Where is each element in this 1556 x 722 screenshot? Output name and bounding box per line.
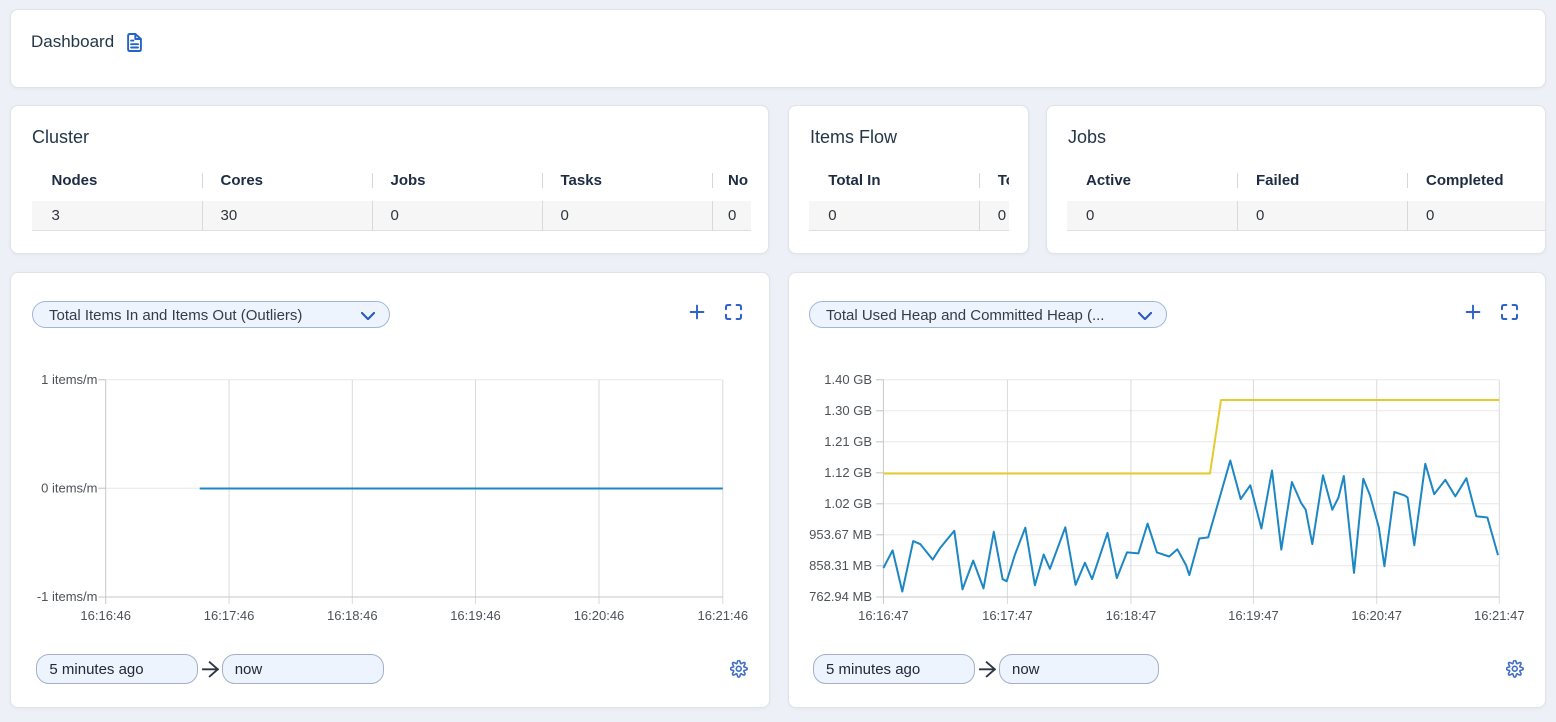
- svg-text:16:18:46: 16:18:46: [327, 608, 378, 623]
- svg-text:16:17:47: 16:17:47: [982, 608, 1033, 623]
- svg-text:16:20:46: 16:20:46: [574, 608, 625, 623]
- svg-text:1.12 GB: 1.12 GB: [824, 465, 872, 480]
- svg-text:16:16:46: 16:16:46: [80, 608, 131, 623]
- svg-text:1.02 GB: 1.02 GB: [824, 496, 872, 511]
- svg-text:1.21 GB: 1.21 GB: [824, 434, 872, 449]
- svg-text:-1 items/m: -1 items/m: [37, 589, 98, 604]
- svg-text:16:21:46: 16:21:46: [697, 608, 748, 623]
- svg-text:858.31 MB: 858.31 MB: [809, 558, 872, 573]
- svg-text:16:19:47: 16:19:47: [1228, 608, 1279, 623]
- svg-text:953.67 MB: 953.67 MB: [809, 527, 872, 542]
- svg-text:1 items/m: 1 items/m: [41, 372, 97, 387]
- svg-text:16:21:47: 16:21:47: [1474, 608, 1525, 623]
- svg-text:762.94 MB: 762.94 MB: [809, 589, 872, 604]
- svg-text:16:18:47: 16:18:47: [1106, 608, 1157, 623]
- svg-text:1.40 GB: 1.40 GB: [824, 372, 872, 387]
- svg-text:16:17:46: 16:17:46: [204, 608, 255, 623]
- svg-text:0 items/m: 0 items/m: [41, 480, 97, 495]
- svg-text:16:19:46: 16:19:46: [450, 608, 501, 623]
- svg-text:1.30 GB: 1.30 GB: [824, 403, 872, 418]
- svg-text:16:16:47: 16:16:47: [858, 608, 909, 623]
- svg-text:16:20:47: 16:20:47: [1351, 608, 1402, 623]
